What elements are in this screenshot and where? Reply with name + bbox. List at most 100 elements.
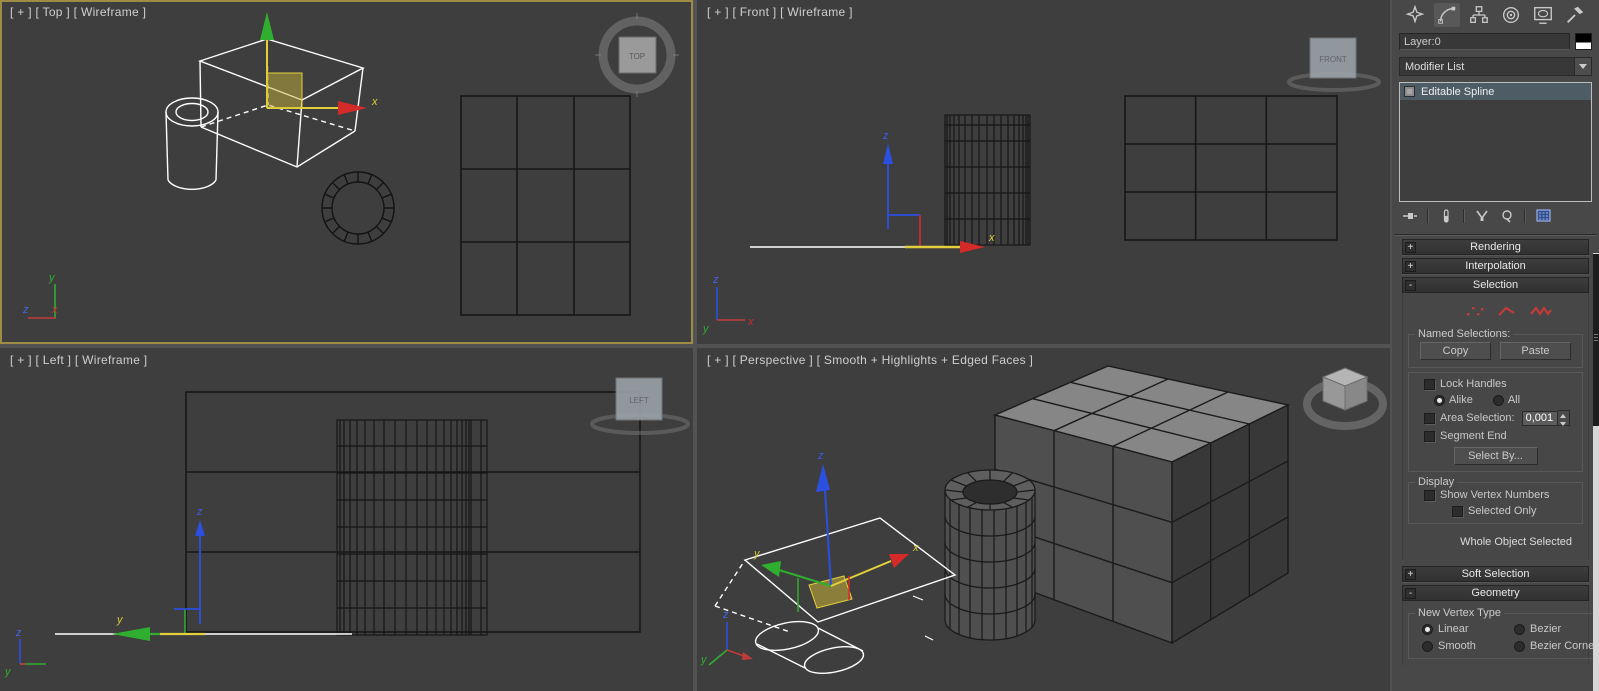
named-selections-group: Named Selections: Copy Paste <box>1408 328 1583 368</box>
linear-radio[interactable] <box>1422 623 1433 635</box>
tab-motion[interactable] <box>1498 3 1524 27</box>
scrollbar-thumb[interactable] <box>1593 254 1599 426</box>
cylinder-front[interactable] <box>944 114 1031 246</box>
panel-scrollbar[interactable] <box>1593 253 1599 691</box>
viewcube-front[interactable]: FRONT <box>1287 37 1381 92</box>
gizmo-z-label: z <box>882 130 889 142</box>
viewport-left-canvas[interactable]: z y z y LEFT <box>0 348 693 691</box>
shaded-box[interactable] <box>992 365 1291 645</box>
stack-item-editable-spline[interactable]: Editable Spline <box>1400 83 1591 100</box>
selected-only-checkbox[interactable] <box>1452 505 1463 517</box>
show-vertex-numbers-checkbox[interactable] <box>1424 489 1435 501</box>
alike-radio[interactable] <box>1434 394 1445 406</box>
lock-handles-row[interactable]: Lock Handles <box>1424 378 1575 390</box>
pin-stack-icon[interactable] <box>1402 208 1418 224</box>
collapse-icon[interactable]: - <box>1405 279 1416 291</box>
viewport-left[interactable]: z y z y LEFT [ + ] [ Left ] [ Wireframe … <box>0 348 693 691</box>
show-end-result-icon[interactable] <box>1438 208 1454 224</box>
svg-text:y: y <box>48 272 56 284</box>
cylinder-left[interactable] <box>336 419 488 636</box>
svg-text:z: z <box>15 627 22 639</box>
rollout-geometry[interactable]: - Geometry <box>1402 585 1589 601</box>
modify-icon <box>1438 6 1456 24</box>
viewport-top-canvas[interactable]: x y x z TOP <box>0 0 693 344</box>
tab-create[interactable] <box>1402 3 1428 27</box>
viewport-front-canvas[interactable]: z x z x y FRONT <box>697 0 1390 344</box>
viewcube-face-label: TOP <box>629 52 645 61</box>
viewport-left-label[interactable]: [ + ] [ Left ] [ Wireframe ] <box>10 353 147 367</box>
bezier-radio-row[interactable]: Bezier <box>1514 623 1598 635</box>
gizmo-x-label: x <box>912 542 919 554</box>
vertex-icon[interactable] <box>1465 304 1485 318</box>
smooth-radio-row[interactable]: Smooth <box>1422 640 1510 652</box>
configure-modifier-sets-icon[interactable] <box>1535 208 1553 224</box>
rollout-rendering[interactable]: + Rendering <box>1402 239 1589 255</box>
segment-icon[interactable] <box>1497 304 1517 318</box>
move-gizmo-top[interactable]: x <box>260 12 378 115</box>
viewport-top-label[interactable]: [ + ] [ Top ] [ Wireframe ] <box>10 5 146 19</box>
tab-hierarchy[interactable] <box>1466 3 1492 27</box>
svg-text:z: z <box>722 609 729 621</box>
gizmo-y-label: y <box>116 614 124 626</box>
all-radio[interactable] <box>1492 394 1504 406</box>
gizmo-x-label: x <box>371 96 378 108</box>
show-vertex-numbers-row[interactable]: Show Vertex Numbers <box>1424 489 1575 501</box>
spinner-up-icon[interactable] <box>1558 411 1569 420</box>
selected-spline-cylinder-top[interactable] <box>165 97 219 191</box>
layer-field[interactable] <box>1399 33 1570 50</box>
svg-text:z: z <box>712 274 719 286</box>
make-unique-icon[interactable] <box>1474 208 1490 224</box>
bezier-corner-radio-row[interactable]: Bezier Corner <box>1514 640 1598 652</box>
toolbar-separator <box>1524 209 1526 223</box>
viewport-perspective[interactable]: z y x z y [ + ] [ Perspective] [Smooth… <box>697 348 1390 691</box>
viewcube-perspective[interactable] <box>1303 367 1387 430</box>
grid-plane-front[interactable] <box>1124 95 1338 241</box>
move-gizmo-left[interactable]: z y <box>112 506 205 641</box>
expand-icon[interactable]: + <box>1405 260 1416 272</box>
grid-plane-left[interactable] <box>185 391 641 633</box>
select-by-button[interactable]: Select By... <box>1453 447 1538 465</box>
viewport-top[interactable]: x y x z TOP [ + ] [ Top ] [ Wireframe ] <box>0 0 693 344</box>
tab-utilities[interactable] <box>1562 3 1588 27</box>
selected-only-row[interactable]: Selected Only <box>1452 505 1575 517</box>
utilities-icon <box>1567 6 1584 23</box>
segment-end-row[interactable]: Segment End <box>1424 430 1575 442</box>
modifier-stack[interactable]: Editable Spline <box>1399 82 1592 202</box>
collapse-icon[interactable]: - <box>1405 587 1416 599</box>
viewport-front[interactable]: z x z x y FRONT [ + ] [ Front ] [ Wirefr… <box>697 0 1390 344</box>
tab-display[interactable] <box>1530 3 1556 27</box>
lock-handles-checkbox[interactable] <box>1424 378 1435 390</box>
viewcube-top[interactable]: TOP <box>595 13 679 97</box>
viewport-perspective-label[interactable]: [ + ] [ Perspective ] [ Smooth + Highlig… <box>707 353 1033 367</box>
object-color-swatch[interactable] <box>1575 33 1592 50</box>
dropdown-arrow-button[interactable] <box>1574 58 1591 75</box>
segment-end-checkbox[interactable] <box>1424 430 1435 442</box>
smooth-radio[interactable] <box>1422 640 1433 652</box>
gear-ring-top[interactable] <box>321 171 395 245</box>
spline-icon[interactable] <box>1529 304 1553 318</box>
modifier-list-dropdown[interactable]: Modifier List <box>1399 57 1592 76</box>
rollout-soft-selection[interactable]: + Soft Selection <box>1402 566 1589 582</box>
viewcube-face-label: FRONT <box>1319 55 1347 64</box>
area-selection-checkbox[interactable] <box>1424 412 1435 424</box>
bezier-corner-radio[interactable] <box>1514 640 1525 652</box>
paste-button[interactable]: Paste <box>1500 342 1571 360</box>
modifier-visibility-icon[interactable] <box>1404 86 1415 97</box>
expand-icon[interactable]: + <box>1405 241 1416 253</box>
layer-row <box>1399 33 1592 50</box>
move-gizmo-front[interactable]: z x <box>882 130 995 253</box>
rollout-selection[interactable]: - Selection <box>1402 277 1589 293</box>
copy-button[interactable]: Copy <box>1420 342 1491 360</box>
viewport-perspective-canvas[interactable]: z y x z y <box>697 348 1390 691</box>
area-selection-value[interactable] <box>1521 410 1558 426</box>
remove-modifier-icon[interactable] <box>1499 208 1515 224</box>
bezier-radio[interactable] <box>1514 623 1525 635</box>
tab-modify[interactable] <box>1434 3 1460 27</box>
rollout-interpolation[interactable]: + Interpolation <box>1402 258 1589 274</box>
expand-icon[interactable]: + <box>1405 568 1416 580</box>
linear-radio-row[interactable]: Linear <box>1422 623 1510 635</box>
viewport-front-label[interactable]: [ + ] [ Front ] [ Wireframe ] <box>707 5 853 19</box>
shaded-cylinder[interactable] <box>944 469 1036 641</box>
grid-plane-top[interactable] <box>460 95 631 316</box>
spinner-down-icon[interactable] <box>1558 420 1569 429</box>
